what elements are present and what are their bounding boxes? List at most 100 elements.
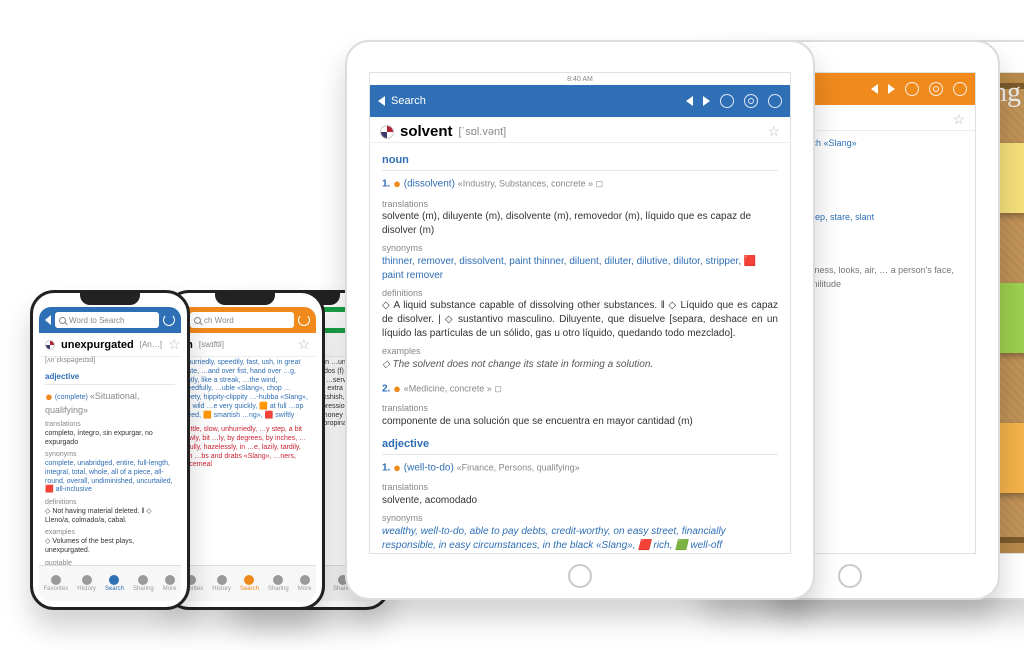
phone-notch — [215, 293, 275, 305]
entry-body: adjective ● (complete) «Situational, qua… — [39, 364, 181, 592]
phone-blue: Word to Search unexpurgated [An…] ☆ [ʌnˈ… — [30, 290, 190, 610]
nav-next-icon[interactable] — [888, 84, 895, 94]
refresh-icon[interactable] — [163, 314, 175, 326]
home-button[interactable] — [838, 564, 862, 588]
gear-icon — [138, 575, 148, 585]
favorite-star-icon[interactable]: ☆ — [168, 336, 181, 353]
nav-prev-icon[interactable] — [871, 84, 878, 94]
gear-icon — [273, 575, 283, 585]
dots-icon — [165, 575, 175, 585]
search-icon — [244, 575, 254, 585]
translations-text: solvente (m), diluyente (m), disolvente … — [382, 210, 778, 238]
headword: unexpurgated — [61, 339, 134, 351]
ipa-pronunciation: [ˈsɒl.vənt] — [459, 126, 507, 138]
translations-text: solvente, acomodado — [382, 494, 778, 508]
search-input[interactable]: Word to Search — [55, 312, 159, 328]
sticky-note-text: LL — [1001, 456, 1024, 471]
sticky-note-number: #4 — [1001, 287, 1024, 310]
entry-header: sh [swɪftli] ☆ — [174, 333, 316, 357]
nav-prev-icon[interactable] — [686, 96, 693, 106]
synonyms-text[interactable]: ◇ hurriedly, speedily, fast, ush, in gre… — [180, 359, 310, 420]
headword: solvent — [400, 123, 453, 140]
settings-icon[interactable] — [929, 82, 943, 96]
ipa-pronunciation: [swɪftli] — [199, 340, 224, 349]
examples-text: ◇ The solvent does not change its state … — [382, 358, 778, 372]
flag-us-icon — [380, 125, 394, 139]
entry-header: solvent [ˈsɒl.vənt] ☆ — [370, 117, 790, 143]
antonyms-text[interactable]: ◇ little, slow, unhurriedly, …y step, a … — [180, 426, 310, 470]
dots-icon — [300, 575, 310, 585]
search-bar: ch Word — [174, 307, 316, 333]
sticky-note-text: - V — [1001, 176, 1024, 191]
tab-sharing[interactable]: Sharing — [268, 575, 289, 592]
tab-search[interactable]: Search — [240, 575, 259, 592]
home-button[interactable] — [568, 564, 592, 588]
star-icon — [51, 575, 61, 585]
entry-body: ◇ hurriedly, speedily, fast, ush, in gre… — [174, 357, 316, 476]
favorite-star-icon[interactable]: ☆ — [767, 123, 780, 140]
part-of-speech-noun: noun — [382, 153, 778, 171]
search-icon — [59, 317, 66, 324]
tab-favorites[interactable]: Favorites — [44, 575, 69, 592]
back-label[interactable]: Search — [391, 95, 426, 107]
back-icon[interactable] — [45, 315, 51, 325]
flag-us-icon — [45, 340, 55, 350]
part-of-speech-adjective: adjective — [382, 437, 778, 455]
back-icon[interactable] — [378, 96, 385, 106]
part-of-speech: adjective — [45, 372, 175, 385]
entry-body: noun 1. ● (dissolvent) «Industry, Substa… — [370, 143, 790, 554]
label-examples: examples — [382, 345, 778, 358]
settings-icon[interactable] — [744, 94, 758, 108]
search-input[interactable]: ch Word — [190, 312, 294, 328]
clock-icon — [82, 575, 92, 585]
phone-blue-screen: Word to Search unexpurgated [An…] ☆ [ʌnˈ… — [39, 307, 181, 601]
search-icon — [109, 575, 119, 585]
label-translations: translations — [382, 198, 778, 211]
tab-bar: Favorites History Search Sharing More — [39, 565, 181, 601]
status-time: 8:40 AM — [567, 76, 593, 83]
sticky-note-number: #6 — [1001, 427, 1024, 450]
phone-orange-screen: ch Word sh [swɪftli] ☆ ◇ hurriedly, spee… — [174, 307, 316, 601]
nav-next-icon[interactable] — [703, 96, 710, 106]
label-definitions: definitions — [45, 499, 175, 508]
sync-icon[interactable] — [905, 82, 919, 96]
translations-text: completo, íntegro, sin expurgar, no expu… — [45, 430, 175, 448]
label-translations: translations — [382, 402, 778, 415]
ipad-main: 8:40 AM Search solvent [ˈsɒl.vənt] ☆ nou… — [345, 40, 815, 600]
definitions-text: ◇ A liquid substance capable of dissolvi… — [382, 299, 778, 341]
favorite-star-icon[interactable]: ☆ — [952, 111, 965, 128]
refresh-icon[interactable] — [298, 314, 310, 326]
synonyms-text[interactable]: thinner, remover, dissolvent, paint thin… — [382, 255, 778, 283]
synonyms-text[interactable]: complete, unabridged, entire, full-lengt… — [45, 460, 175, 495]
sense-noun-1: 1. ● (dissolvent) «Industry, Substances,… — [382, 175, 778, 193]
favorite-star-icon[interactable]: ☆ — [297, 336, 310, 353]
lang-tag: [An…] — [140, 340, 162, 349]
tab-more[interactable]: More — [163, 575, 177, 592]
sense-1: ● (complete) «Situational, qualifying» — [45, 389, 175, 417]
marketing-device-lineup: ng #2 - V #4 #6 LL — [0, 0, 1024, 650]
label-definitions: definitions — [382, 287, 778, 300]
app-toolbar: Search — [370, 85, 790, 117]
tab-search[interactable]: Search — [105, 575, 124, 592]
sticky-note-number: #2 — [1001, 147, 1024, 170]
tab-history[interactable]: History — [77, 575, 96, 592]
synonyms-text[interactable]: wealthy, well-to-do, able to pay debts, … — [382, 525, 778, 553]
tab-more[interactable]: More — [298, 575, 312, 592]
ipad-main-screen: 8:40 AM Search solvent [ˈsɒl.vənt] ☆ nou… — [369, 72, 791, 554]
phone-notch — [80, 293, 140, 305]
label-translations: translations — [45, 421, 175, 430]
tab-history[interactable]: History — [212, 575, 231, 592]
tab-bar: Favorites History Search Sharing More — [174, 565, 316, 601]
translations-text: componente de una solución que se encuen… — [382, 415, 778, 429]
tab-sharing[interactable]: Sharing — [133, 575, 154, 592]
label-synonyms: synonyms — [382, 512, 778, 525]
entry-header: unexpurgated [An…] ☆ — [39, 333, 181, 357]
sync-icon[interactable] — [720, 94, 734, 108]
sense-noun-2: 2. ● «Medicine, concrete » ◻ — [382, 380, 778, 398]
share-icon[interactable] — [768, 94, 782, 108]
share-icon[interactable] — [953, 82, 967, 96]
search-icon — [194, 317, 201, 324]
label-examples: examples — [45, 529, 175, 538]
examples-text: ◇ Volumes of the best plays, unexpurgate… — [45, 538, 175, 556]
sense-adj-1: 1. ● (well-to-do) «Finance, Persons, qua… — [382, 459, 778, 477]
